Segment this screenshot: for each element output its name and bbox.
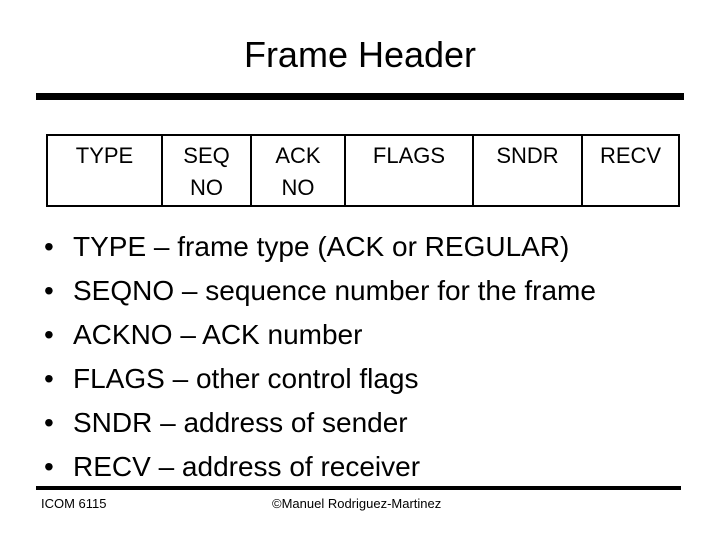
frame-header-diagram: TYPE SEQ NO ACK NO FLAGS SNDR RECV (46, 134, 680, 207)
field-sndr: SNDR (474, 136, 583, 205)
field-flags: FLAGS (346, 136, 474, 205)
title-divider (36, 93, 684, 100)
list-item-text: SNDR – address of sender (73, 407, 408, 438)
field-label: SNDR (496, 143, 559, 168)
list-item: • ACKNO – ACK number (44, 313, 596, 357)
field-type: TYPE (48, 136, 163, 205)
bullet-icon: • (44, 451, 54, 482)
list-item-text: SEQNO – sequence number for the frame (73, 275, 596, 306)
field-recv: RECV (583, 136, 678, 205)
field-seqno: SEQ NO (163, 136, 252, 205)
footer-course: ICOM 6115 (41, 496, 107, 511)
list-item: • TYPE – frame type (ACK or REGULAR) (44, 225, 596, 269)
footer-divider (36, 486, 681, 490)
field-label: RECV (599, 143, 662, 168)
list-item: • FLAGS – other control flags (44, 357, 596, 401)
slide-title: Frame Header (243, 34, 477, 75)
bullet-icon: • (44, 319, 54, 350)
list-item-text: FLAGS – other control flags (73, 363, 419, 394)
field-ackno: ACK NO (252, 136, 346, 205)
list-item: • SEQNO – sequence number for the frame (44, 269, 596, 313)
list-item-text: TYPE – frame type (ACK or REGULAR) (73, 231, 570, 262)
footer-copyright: ©Manuel Rodriguez-Martinez (272, 496, 442, 511)
list-item: • RECV – address of receiver (44, 445, 596, 489)
bullet-icon: • (44, 407, 54, 438)
field-label-line2: NO (190, 175, 223, 200)
bullet-icon: • (44, 231, 54, 262)
field-label: FLAGS (372, 143, 446, 168)
field-label-line2: NO (281, 175, 315, 200)
field-descriptions-list: • TYPE – frame type (ACK or REGULAR) • SEQ… (44, 225, 596, 489)
bullet-icon: • (44, 363, 54, 394)
field-label: ACK (275, 143, 321, 168)
list-item-text: RECV – address of receiver (73, 451, 421, 482)
list-item-text: ACKNO – ACK number (73, 319, 363, 350)
field-label: TYPE (75, 143, 134, 168)
list-item: • SNDR – address of sender (44, 401, 596, 445)
field-label: SEQ (183, 143, 230, 168)
bullet-icon: • (44, 275, 54, 306)
